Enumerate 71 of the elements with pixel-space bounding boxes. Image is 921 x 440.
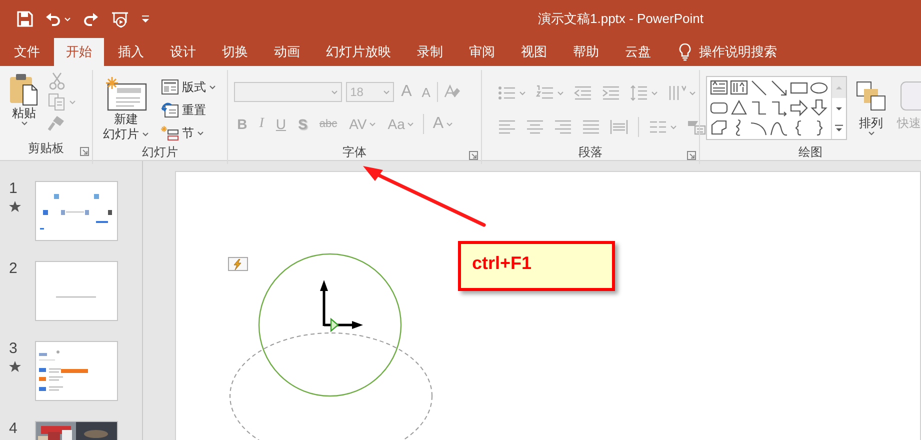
caret-icon (383, 90, 390, 94)
ribbon-tab[interactable]: 幻灯片放映 (314, 38, 403, 66)
right-arrow-icon[interactable] (789, 98, 809, 118)
reset-button[interactable]: 重置 (159, 100, 218, 120)
slide-thumbnail[interactable] (35, 181, 118, 241)
caret-icon (69, 100, 76, 104)
caret-icon (689, 90, 696, 96)
new-slide-button[interactable]: 新建 幻灯片 (99, 74, 154, 144)
layout-button[interactable]: 版式 (159, 77, 218, 97)
layout-icon (161, 79, 180, 95)
clipboard-icon (8, 72, 40, 106)
slide-number: 4 (9, 421, 18, 437)
ribbon-tab[interactable]: 帮助 (561, 38, 611, 66)
down-arrow-icon[interactable] (809, 98, 829, 118)
ribbon-tab[interactable]: 切换 (210, 38, 260, 66)
arrange-icon (855, 80, 887, 112)
ribbon-tab[interactable]: 动画 (262, 38, 312, 66)
arrange-button[interactable]: 排列 (853, 74, 889, 144)
lightbulb-icon (679, 43, 691, 61)
ribbon-tab[interactable]: 视图 (509, 38, 559, 66)
ribbon-tab[interactable]: 录制 (405, 38, 455, 66)
redo-icon[interactable] (83, 12, 99, 26)
slide-thumbnail[interactable] (35, 261, 118, 321)
callout-box: ctrl+F1 (458, 241, 615, 291)
arrow-line-icon[interactable] (769, 78, 789, 98)
group-label: 剪贴板 (28, 140, 64, 156)
group-label: 绘图 (798, 144, 822, 160)
slide-number: 2 (9, 261, 18, 277)
reset-icon (161, 102, 180, 118)
new-slide-icon (104, 76, 148, 112)
caret-icon (519, 90, 526, 96)
triangle-marker[interactable] (330, 318, 339, 332)
caret-icon (651, 90, 658, 96)
caret-icon (557, 90, 564, 96)
lightning-icon[interactable] (228, 257, 248, 271)
caret-icon (64, 16, 71, 22)
slide-number: 3 (9, 341, 18, 357)
ribbon-tab[interactable]: 云盘 (613, 38, 663, 66)
paste-button[interactable]: 粘贴 (6, 70, 42, 140)
line-icon[interactable] (749, 78, 769, 98)
ribbon-tab[interactable]: 设计 (158, 38, 208, 66)
section-icon (161, 125, 180, 141)
group-label: 字体 (342, 144, 367, 160)
caret-icon (670, 124, 677, 130)
group-label: 幻灯片 (142, 144, 178, 160)
caret-icon (331, 90, 338, 94)
caret-icon (142, 132, 150, 137)
dialog-launcher-icon[interactable] (80, 147, 90, 156)
presentation-icon[interactable] (111, 10, 129, 28)
ribbon-tab[interactable]: 文件 (2, 38, 52, 66)
axis-arrows-drawing[interactable] (320, 280, 363, 329)
tell-me-search[interactable]: 操作说明搜索 (665, 38, 783, 66)
customize-icon[interactable] (141, 15, 150, 23)
group-label: 段落 (578, 144, 602, 160)
caret-icon (368, 122, 376, 126)
section-button[interactable]: 节 (159, 123, 218, 143)
caret-icon (868, 131, 874, 136)
caret-icon (20, 121, 28, 126)
slide-thumbnail[interactable] (35, 341, 118, 401)
ribbon-tab[interactable]: 开始 (54, 38, 104, 66)
caret-icon (406, 122, 414, 126)
ribbon-tab[interactable]: 审阅 (457, 38, 507, 66)
caret-icon (209, 84, 216, 90)
caret-icon (446, 122, 453, 126)
slide-number: 1 (9, 181, 18, 197)
ribbon-tab[interactable]: 插入 (106, 38, 156, 66)
undo-icon[interactable] (45, 12, 61, 26)
caret-icon (197, 130, 204, 136)
window-title: 演示文稿1.pptx - PowerPoint (538, 10, 704, 28)
save-icon[interactable] (17, 11, 33, 27)
shape-gallery[interactable] (706, 76, 847, 140)
